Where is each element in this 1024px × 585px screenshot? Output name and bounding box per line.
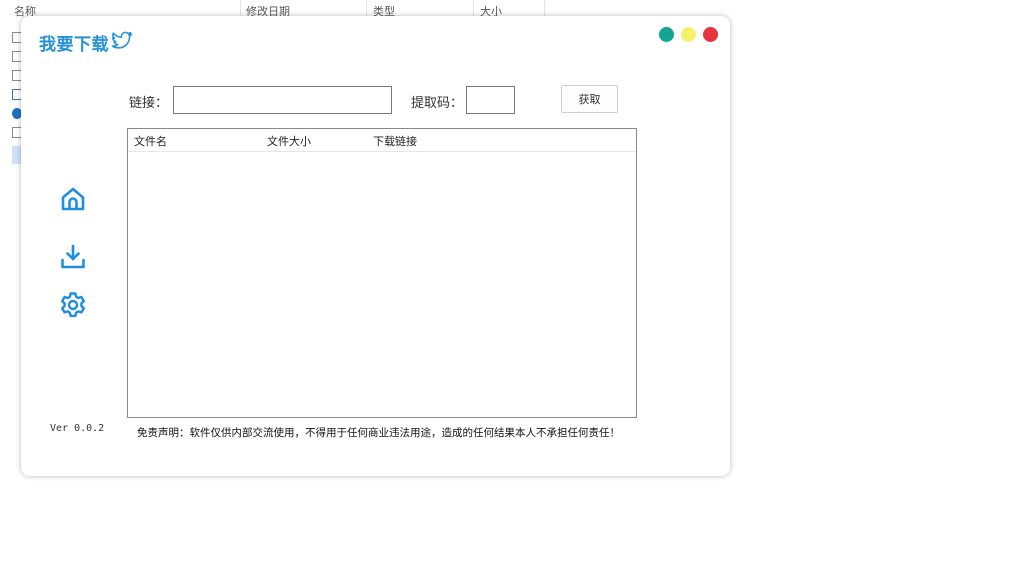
close-button[interactable] bbox=[703, 27, 718, 42]
home-icon[interactable] bbox=[59, 185, 87, 213]
app-title: 我要下载 bbox=[39, 35, 109, 55]
download-icon[interactable] bbox=[59, 243, 87, 271]
fetch-button[interactable]: 获取 bbox=[561, 85, 618, 113]
column-header-filesize[interactable]: 文件大小 bbox=[267, 133, 311, 149]
column-header-download-link[interactable]: 下载链接 bbox=[373, 133, 417, 149]
extraction-code-label: 提取码： bbox=[411, 96, 464, 111]
settings-gear-icon[interactable] bbox=[59, 291, 87, 319]
table-header: 文件名 文件大小 下载链接 bbox=[128, 129, 636, 152]
column-header-filename[interactable]: 文件名 bbox=[134, 133, 167, 149]
link-label: 链接： bbox=[129, 96, 169, 111]
maximize-button[interactable] bbox=[659, 27, 674, 42]
minimize-button[interactable] bbox=[681, 27, 696, 42]
app-window: 我要下载 Ver 0.0.2 链接： 提取码： 获取 文件名 文件大小 下载链接… bbox=[21, 16, 730, 476]
version-label: Ver 0.0.2 bbox=[50, 423, 105, 434]
disclaimer-text: 免责声明：软件仅供内部交流使用，不得用于任何商业违法用途，造成的任何结果本人不承… bbox=[137, 427, 620, 439]
file-list-table[interactable]: 文件名 文件大小 下载链接 bbox=[127, 128, 637, 418]
sort-caret-icon: ^ bbox=[121, 0, 129, 6]
extraction-code-input[interactable] bbox=[466, 86, 515, 114]
link-input[interactable] bbox=[173, 86, 392, 114]
bird-logo-icon bbox=[111, 31, 133, 49]
